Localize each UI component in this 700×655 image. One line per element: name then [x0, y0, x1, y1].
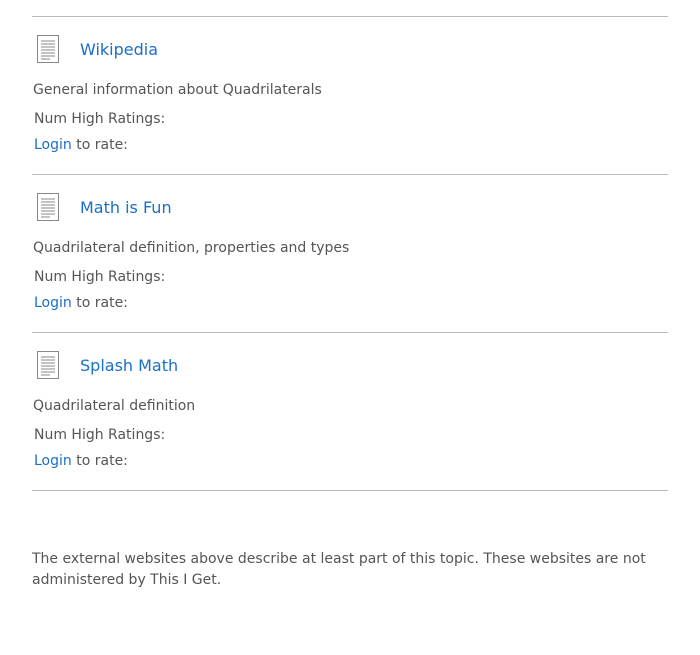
rate-suffix: to rate: — [76, 295, 128, 311]
rate-line: Login to rate: — [34, 294, 128, 312]
num-high-ratings-label: Num High Ratings: — [34, 427, 166, 443]
login-link[interactable]: Login — [34, 295, 72, 311]
num-high-ratings-label: Num High Ratings: — [34, 269, 166, 285]
resource-item-math-is-fun: Math is Fun Quadrilateral definition, pr… — [32, 174, 668, 332]
resource-title-link[interactable]: Splash Math — [80, 355, 178, 377]
num-high-ratings-label: Num High Ratings: — [34, 111, 166, 127]
rate-line: Login to rate: — [34, 136, 128, 154]
resource-list: Wikipedia General information about Quad… — [32, 16, 668, 491]
resource-header: Wikipedia — [32, 34, 668, 64]
resource-description: General information about Quadrilaterals — [33, 82, 322, 98]
resource-title-link[interactable]: Wikipedia — [80, 39, 158, 61]
resource-item-wikipedia: Wikipedia General information about Quad… — [32, 16, 668, 174]
rate-suffix: to rate: — [76, 137, 128, 153]
divider — [32, 490, 668, 491]
resource-description: Quadrilateral definition, properties and… — [33, 240, 350, 256]
resource-header: Splash Math — [32, 350, 668, 380]
document-icon — [37, 351, 59, 379]
document-icon — [37, 35, 59, 63]
external-sites-disclaimer: The external websites above describe at … — [32, 551, 646, 588]
login-link[interactable]: Login — [34, 453, 72, 469]
resource-description: Quadrilateral definition — [33, 398, 196, 414]
resource-header: Math is Fun — [32, 192, 668, 222]
resource-title-link[interactable]: Math is Fun — [80, 197, 172, 219]
resource-item-splash-math: Splash Math Quadrilateral definition Num… — [32, 332, 668, 490]
document-icon — [37, 193, 59, 221]
login-link[interactable]: Login — [34, 137, 72, 153]
rate-line: Login to rate: — [34, 452, 128, 470]
rate-suffix: to rate: — [76, 453, 128, 469]
